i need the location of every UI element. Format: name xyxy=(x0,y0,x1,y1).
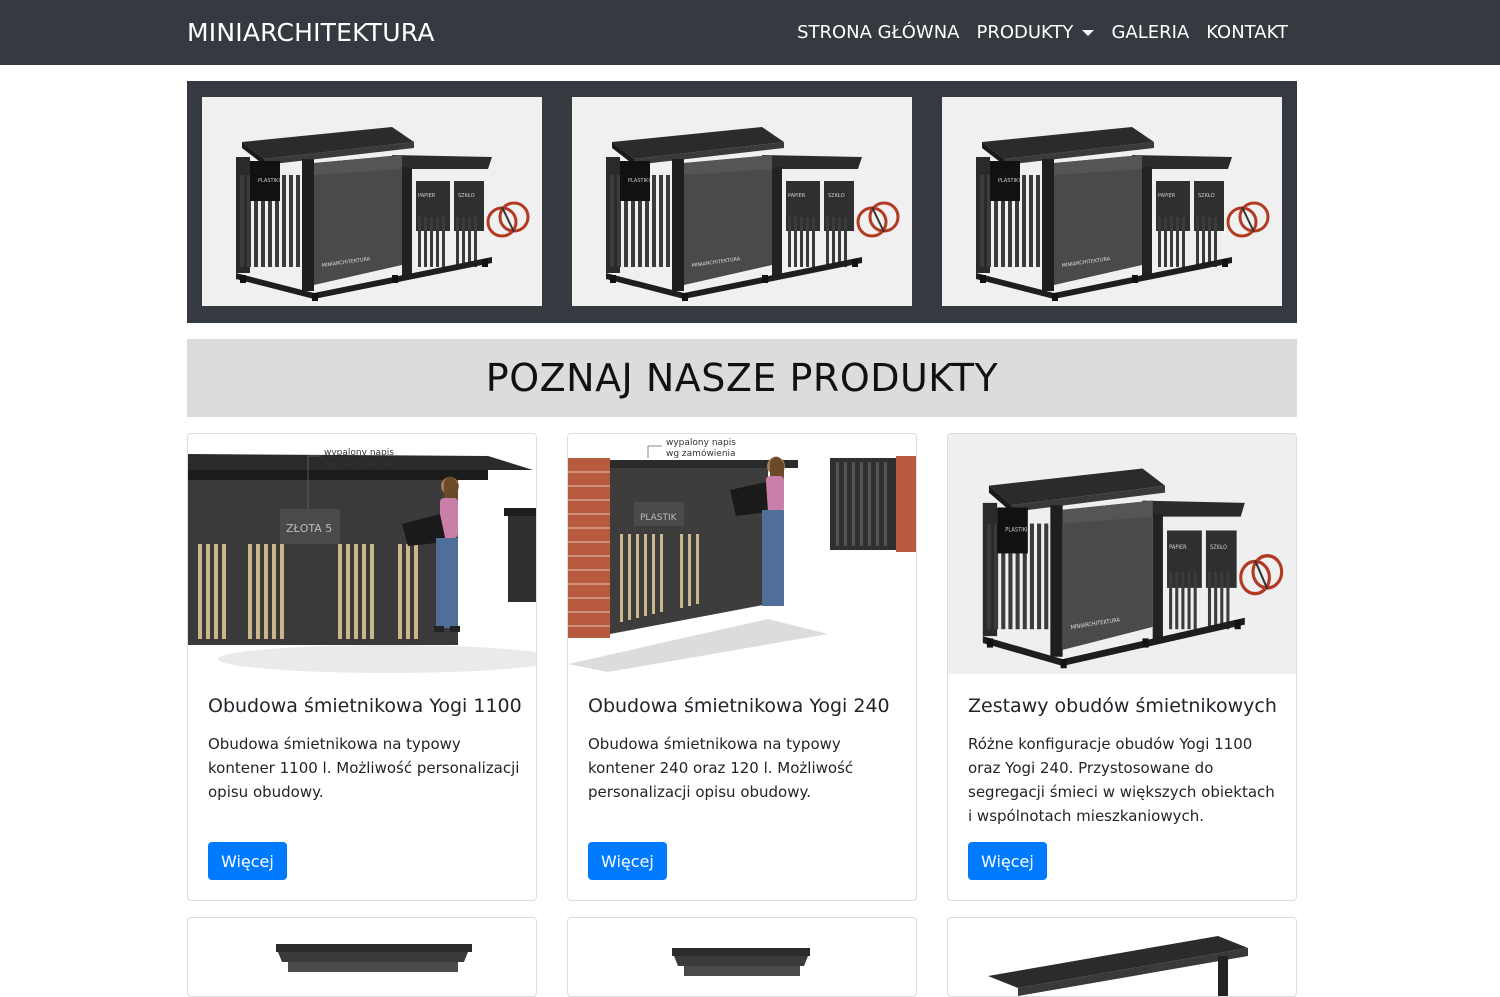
brand-logo-link[interactable]: MINIARCHITEKTURA xyxy=(187,18,435,47)
banner-label-plastiki: PLASTIKI xyxy=(628,178,650,184)
card-text: Różne konfiguracje obudów Yogi 1100 oraz… xyxy=(968,735,1275,825)
banner-image-1[interactable]: PLASTIKI PAPIER SZKŁO MINIARCHITEKTURA xyxy=(202,97,542,306)
nav-link-contact[interactable]: KONTAKT xyxy=(1206,22,1288,43)
sets-image: PLASTIKI PAPIER SZKŁO MINIARCHITEKTURA xyxy=(948,434,1296,674)
nav-link-home-label: STRONA GŁÓWNA xyxy=(797,22,960,43)
product-card-yogi-1100: ZŁOTA 5 wypalony napis wg zamówienia Obu… xyxy=(187,433,537,901)
yogi-240-image: PLASTIK wypalony napis wg zamówienia xyxy=(568,434,916,674)
banner-label-papier: PAPIER xyxy=(418,193,436,199)
product-card-yogi-240: PLASTIK wypalony napis wg zamówienia Obu… xyxy=(567,433,917,901)
card2-sign-text: PLASTIK xyxy=(640,513,678,523)
product-card-row2-3[interactable] xyxy=(947,917,1297,997)
product-card-sets: PLASTIKI PAPIER SZKŁO MINIARCHITEKTURA Z… xyxy=(947,433,1297,901)
card3-label-plastiki: PLASTIKI xyxy=(1005,527,1028,533)
row2-product-image-3 xyxy=(988,936,1248,996)
card3-label-papier: PAPIER xyxy=(1169,545,1187,551)
banner-label-szklo: SZKŁO xyxy=(458,193,475,199)
card1-annotation-line2: wg zamówienia xyxy=(324,459,394,470)
products-section-heading: POZNAJ NASZE PRODUKTY xyxy=(187,339,1297,417)
banner-image-3[interactable]: PLASTIKI PAPIER SZKŁO MINIARCHITEKTURA xyxy=(942,97,1282,306)
banner-image-2[interactable]: PLASTIKI PAPIER SZKŁO MINIARCHITEKTURA xyxy=(572,97,912,306)
banner-carousel: PLASTIKI PAPIER SZKŁO MINIARCHITEKTURA P… xyxy=(187,81,1297,323)
row2-product-image-2 xyxy=(672,948,810,976)
shelter-image: PLASTIKI PAPIER SZKŁO MINIARCHITEKTURA xyxy=(572,97,912,306)
card1-annotation-line1: wypalony napis xyxy=(324,448,394,458)
card-text: Obudowa śmietnikowa na typowy kontener 1… xyxy=(208,735,520,801)
banner-label-papier: PAPIER xyxy=(788,193,806,199)
card-title: Obudowa śmietnikowa Yogi 1100 xyxy=(208,695,522,717)
banner-label-plastiki: PLASTIKI xyxy=(998,178,1020,184)
card2-annotation-line1: wypalony napis xyxy=(666,438,736,448)
banner-label-papier: PAPIER xyxy=(1158,193,1176,199)
nav-link-contact-label: KONTAKT xyxy=(1206,22,1288,43)
card-title: Zestawy obudów śmietnikowych xyxy=(968,695,1277,717)
section-title: POZNAJ NASZE PRODUKTY xyxy=(485,356,999,400)
more-button-yogi-1100[interactable]: Więcej xyxy=(208,842,287,880)
shelter-image: PLASTIKI PAPIER SZKŁO MINIARCHITEKTURA xyxy=(942,97,1282,306)
row2-product-image-1 xyxy=(276,944,472,972)
more-button-yogi-240[interactable]: Więcej xyxy=(588,842,667,880)
product-card-row2-1[interactable] xyxy=(187,917,537,997)
card-image-sets[interactable]: PLASTIKI PAPIER SZKŁO MINIARCHITEKTURA xyxy=(948,434,1296,674)
nav-link-products-label: PRODUKTY xyxy=(976,22,1074,43)
nav-link-gallery[interactable]: GALERIA xyxy=(1111,22,1189,43)
nav-link-products-dropdown[interactable]: PRODUKTY xyxy=(976,22,1095,43)
caret-down-icon xyxy=(1082,30,1095,36)
product-card-row2-2[interactable] xyxy=(567,917,917,997)
card3-label-szklo: SZKŁO xyxy=(1210,545,1227,551)
card-image-yogi-240[interactable]: PLASTIK wypalony napis wg zamówienia xyxy=(568,434,916,674)
card-image-yogi-1100[interactable]: ZŁOTA 5 wypalony napis wg zamówienia xyxy=(188,434,536,674)
card1-sign-text: ZŁOTA 5 xyxy=(286,522,332,535)
navbar: MINIARCHITEKTURA STRONA GŁÓWNA PRODUKTY … xyxy=(0,0,1500,65)
card2-annotation-line2: wg zamówienia xyxy=(666,448,736,459)
banner-label-szklo: SZKŁO xyxy=(1198,193,1215,199)
nav-link-home[interactable]: STRONA GŁÓWNA xyxy=(797,22,959,43)
nav-links: STRONA GŁÓWNA PRODUKTY GALERIA KONTAKT xyxy=(797,22,1288,43)
more-button-sets[interactable]: Więcej xyxy=(968,842,1047,880)
banner-label-szklo: SZKŁO xyxy=(828,193,845,199)
banner-label-plastiki: PLASTIKI xyxy=(258,178,280,184)
yogi-1100-image: ZŁOTA 5 wypalony napis wg zamówienia xyxy=(188,434,536,674)
nav-link-gallery-label: GALERIA xyxy=(1111,22,1190,43)
card-title: Obudowa śmietnikowa Yogi 240 xyxy=(588,695,890,717)
card-text: Obudowa śmietnikowa na typowy kontener 2… xyxy=(588,735,854,801)
shelter-image: PLASTIKI PAPIER SZKŁO MINIARCHITEKTURA xyxy=(202,97,542,306)
